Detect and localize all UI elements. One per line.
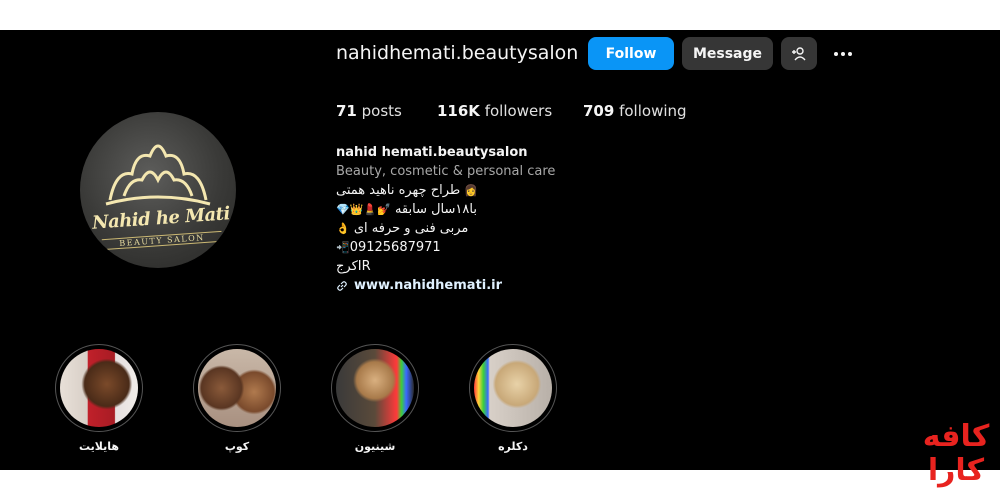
highlight-cover-image (198, 349, 276, 427)
followers-label: followers (484, 102, 553, 120)
profile-username: nahidhemati.beautysalon (336, 42, 579, 64)
gem-icon: 💎 (336, 203, 350, 216)
bio-location: کرجIR (336, 259, 371, 274)
woman-icon: 👩 (464, 184, 479, 197)
highlight-item[interactable]: دکلره (468, 344, 558, 453)
message-button[interactable]: Message (682, 37, 773, 70)
bio-category: Beauty, cosmetic & personal care (336, 164, 556, 179)
bio-phone: 09125687971 (349, 240, 441, 255)
following-count[interactable]: 709 following (583, 102, 687, 120)
lipstick-icon: 💄 (363, 203, 378, 216)
bio-line-trainer: مربی فنی و حرفه ای (353, 221, 469, 236)
following-number: 709 (583, 102, 615, 120)
crown-icon: 👑 (349, 203, 364, 216)
phone-icon: 📲 (336, 241, 350, 254)
followers-count[interactable]: 116K followers (437, 102, 552, 120)
more-options-icon[interactable] (828, 44, 858, 64)
highlight-label: شینیون (354, 440, 396, 453)
bio-line-designer: طراح چهره ناهید همتی (336, 183, 461, 198)
followers-number: 116K (437, 102, 480, 120)
ok-hand-icon: 👌 (336, 222, 350, 235)
highlight-cover-image (336, 349, 414, 427)
profile-panel: Nahid he Mati BEAUTY SALON nahidhemati.b… (0, 30, 1000, 470)
profile-bio: nahid hemati.beautysalon Beauty, cosmeti… (336, 143, 636, 295)
highlight-cover-image (60, 349, 138, 427)
website-url: www.nahidhemati.ir (354, 278, 503, 293)
highlight-label: دکلره (498, 440, 528, 453)
highlight-cover-image (474, 349, 552, 427)
watermark-logo: کافه کارا (912, 420, 1000, 500)
follow-button[interactable]: Follow (588, 37, 674, 70)
link-icon (337, 280, 347, 291)
bio-website-link[interactable]: www.nahidhemati.ir (336, 276, 636, 295)
suggest-users-button[interactable] (781, 37, 817, 70)
following-label: following (619, 102, 687, 120)
add-user-icon (792, 46, 806, 60)
posts-number: 71 (336, 102, 357, 120)
bio-line-experience: با۱۸سال سابقه (394, 202, 477, 217)
highlight-item[interactable]: کوپ (192, 344, 282, 453)
posts-label: posts (361, 102, 402, 120)
highlight-label: هایلایت (78, 440, 119, 453)
watermark-line2: کارا (927, 453, 985, 488)
profile-avatar[interactable]: Nahid he Mati BEAUTY SALON (80, 112, 236, 268)
nail-polish-icon: 💅 (377, 203, 391, 216)
posts-count[interactable]: 71 posts (336, 102, 402, 120)
watermark-line1: کافه (922, 419, 990, 454)
bio-name: nahid hemati.beautysalon (336, 145, 528, 160)
highlight-label: کوپ (224, 440, 250, 453)
highlight-item[interactable]: هایلایت (54, 344, 144, 453)
highlight-item[interactable]: شینیون (330, 344, 420, 453)
